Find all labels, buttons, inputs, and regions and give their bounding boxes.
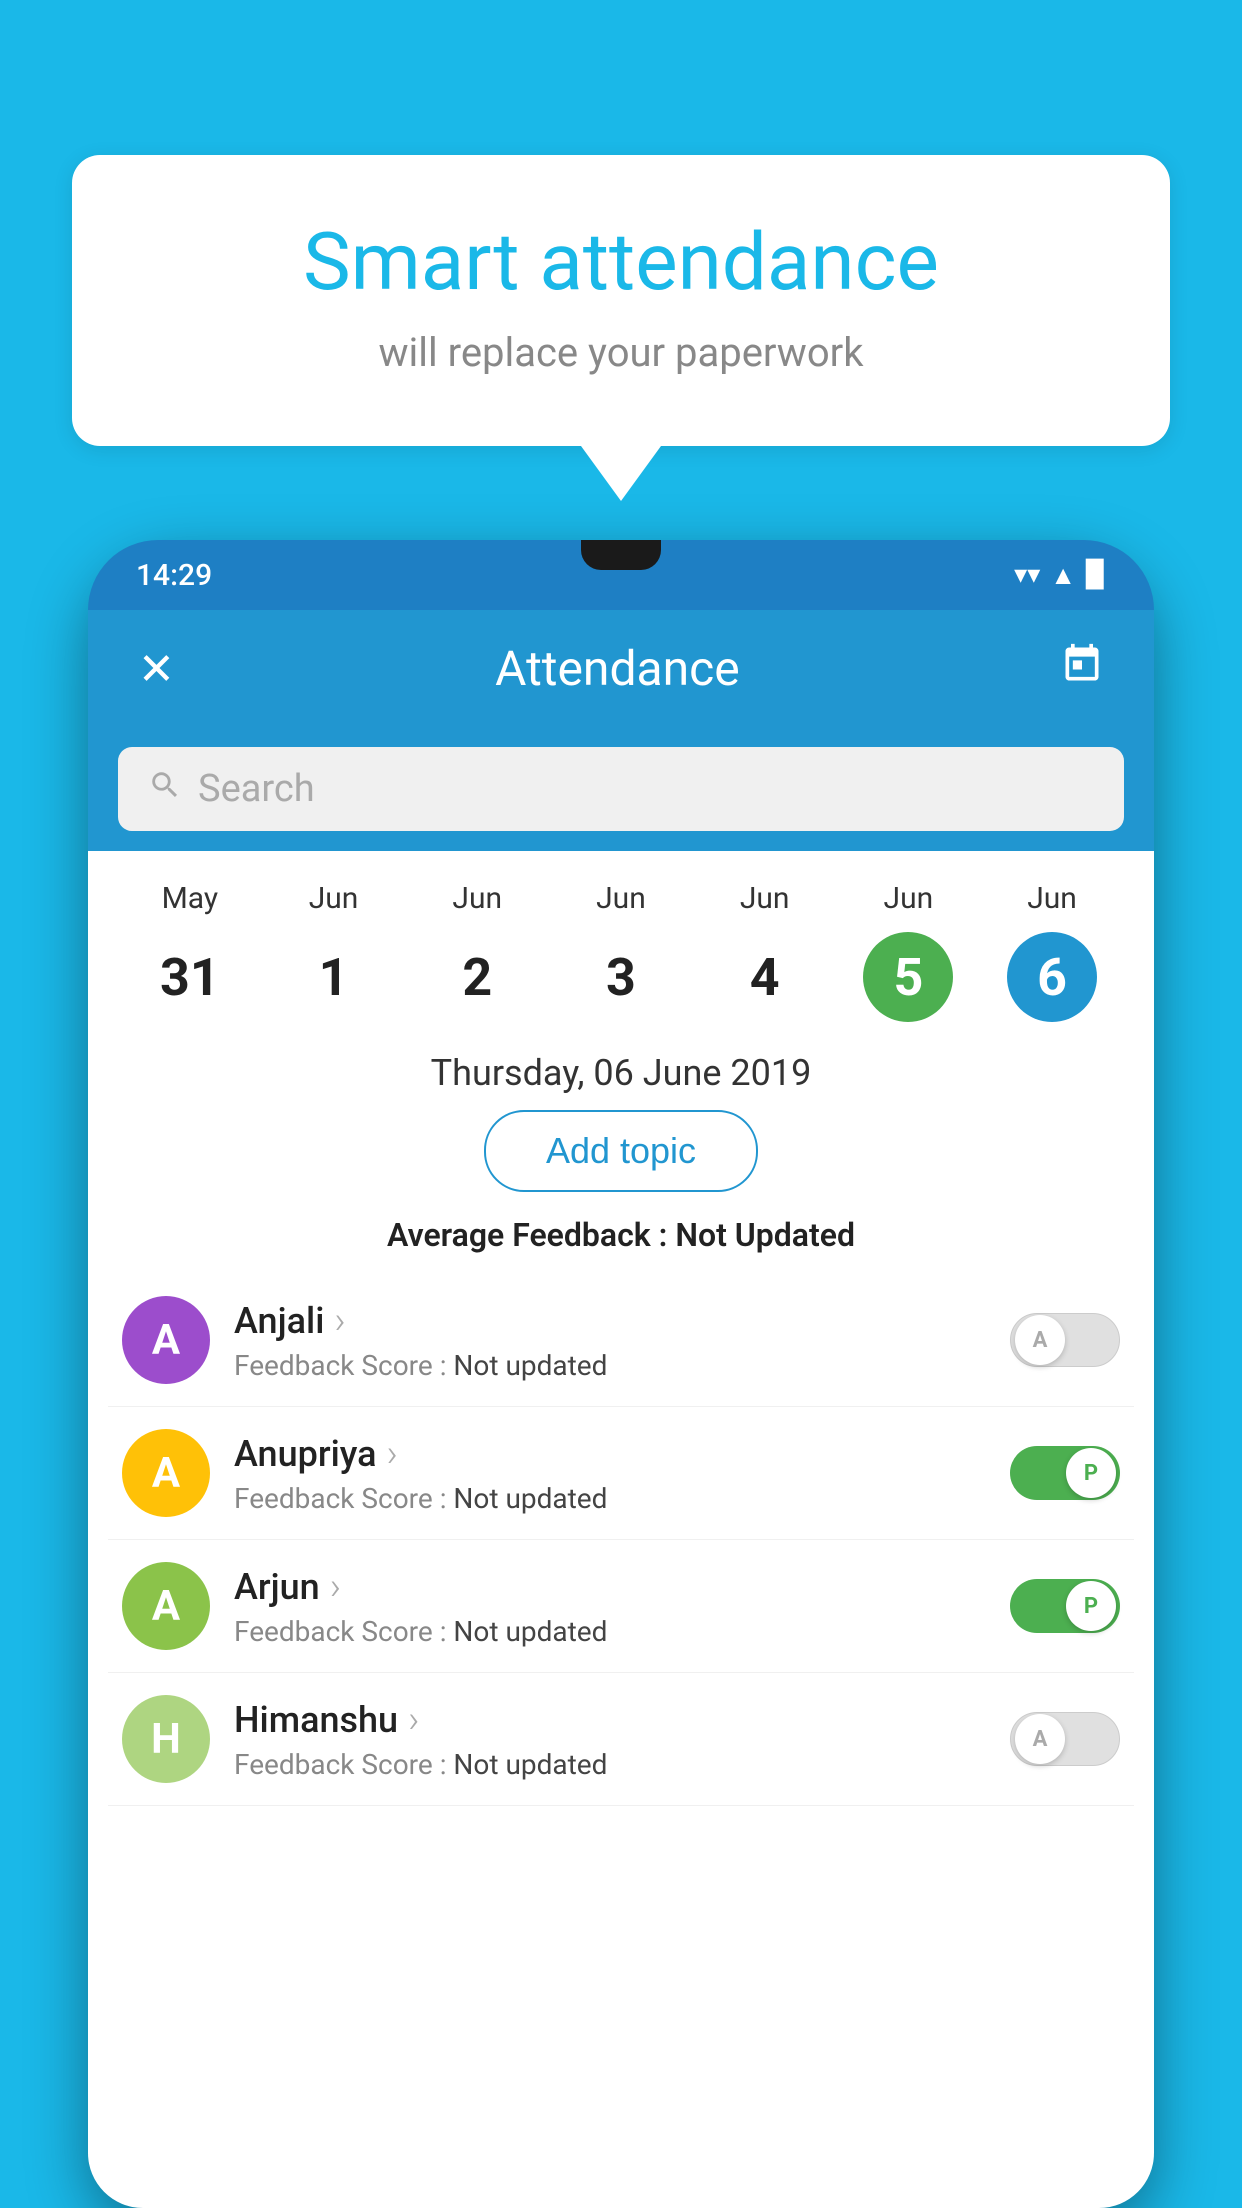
student-feedback-2: Feedback Score : Not updated	[234, 1615, 986, 1648]
cal-day-3[interactable]: Jun 3	[566, 881, 676, 1022]
speech-bubble: Smart attendance will replace your paper…	[72, 155, 1170, 446]
cal-month-6: Jun	[1027, 881, 1077, 916]
cal-day-6[interactable]: Jun 6	[997, 881, 1107, 1022]
app-header: ✕ Attendance	[88, 610, 1154, 727]
cal-day-5[interactable]: Jun 5	[853, 881, 963, 1022]
student-name-0: Anjali	[234, 1299, 986, 1343]
student-item-0[interactable]: A Anjali Feedback Score : Not updated A	[108, 1274, 1134, 1407]
cal-date-0[interactable]: 31	[145, 932, 235, 1022]
status-bar: 14:29 ▾▾ ▲ ▉	[88, 540, 1154, 610]
search-input[interactable]: Search	[198, 767, 315, 811]
student-name-2: Arjun	[234, 1565, 986, 1609]
cal-month-3: Jun	[596, 881, 646, 916]
close-button[interactable]: ✕	[138, 643, 175, 695]
header-title: Attendance	[495, 640, 740, 697]
student-item-3[interactable]: H Himanshu Feedback Score : Not updated A	[108, 1673, 1134, 1806]
cal-month-5: Jun	[884, 881, 934, 916]
search-bar[interactable]: Search	[118, 747, 1124, 831]
avg-feedback-value: Not Updated	[675, 1216, 855, 1254]
cal-month-1: Jun	[309, 881, 359, 916]
toggle-container-1[interactable]: P	[1010, 1446, 1120, 1500]
cal-month-4: Jun	[740, 881, 790, 916]
cal-date-5[interactable]: 5	[863, 932, 953, 1022]
selected-date-label: Thursday, 06 June 2019	[88, 1032, 1154, 1110]
toggle-0[interactable]: A	[1010, 1313, 1120, 1367]
cal-date-6[interactable]: 6	[1007, 932, 1097, 1022]
cal-month-2: Jun	[452, 881, 502, 916]
app-content: ✕ Attendance Search May 31 Jun 1 Jun 2 Jun 3 Jun	[88, 610, 1154, 2208]
speech-bubble-title: Smart attendance	[152, 215, 1090, 309]
toggle-1[interactable]: P	[1010, 1446, 1120, 1500]
toggle-container-2[interactable]: P	[1010, 1579, 1120, 1633]
student-item-2[interactable]: A Arjun Feedback Score : Not updated P	[108, 1540, 1134, 1673]
calendar-icon[interactable]	[1060, 642, 1104, 696]
speech-bubble-tail	[581, 446, 661, 501]
student-info-0: Anjali Feedback Score : Not updated	[234, 1299, 986, 1382]
search-bar-wrapper: Search	[88, 727, 1154, 851]
student-info-2: Arjun Feedback Score : Not updated	[234, 1565, 986, 1648]
battery-icon: ▉	[1086, 560, 1106, 590]
student-info-1: Anupriya Feedback Score : Not updated	[234, 1432, 986, 1515]
student-info-3: Himanshu Feedback Score : Not updated	[234, 1698, 986, 1781]
signal-icon: ▲	[1050, 560, 1076, 591]
cal-date-1[interactable]: 1	[289, 932, 379, 1022]
student-avatar-3: H	[122, 1695, 210, 1783]
search-icon	[148, 768, 182, 811]
cal-day-2[interactable]: Jun 2	[422, 881, 532, 1022]
toggle-3[interactable]: A	[1010, 1712, 1120, 1766]
wifi-icon: ▾▾	[1014, 560, 1040, 590]
student-list: AAnjaliFeedback Score : Not updatedAAAnu…	[88, 1274, 1154, 1806]
toggle-thumb-0: A	[1015, 1315, 1065, 1365]
toggle-container-0[interactable]: A	[1010, 1313, 1120, 1367]
phone-frame: 14:29 ▾▾ ▲ ▉ ✕ Attendance	[88, 540, 1154, 2208]
student-name-3: Himanshu	[234, 1698, 986, 1742]
student-avatar-1: A	[122, 1429, 210, 1517]
toggle-thumb-1: P	[1066, 1448, 1116, 1498]
cal-day-1[interactable]: Jun 1	[279, 881, 389, 1022]
cal-date-2[interactable]: 2	[432, 932, 522, 1022]
cal-date-4[interactable]: 4	[720, 932, 810, 1022]
calendar-strip: May 31 Jun 1 Jun 2 Jun 3 Jun 4 Jun 5 Jun 6	[88, 851, 1154, 1032]
cal-date-3[interactable]: 3	[576, 932, 666, 1022]
cal-day-0[interactable]: May 31	[135, 881, 245, 1022]
cal-month-0: May	[162, 881, 218, 916]
toggle-container-3[interactable]: A	[1010, 1712, 1120, 1766]
status-icons: ▾▾ ▲ ▉	[1014, 560, 1106, 591]
avg-feedback: Average Feedback : Not Updated	[88, 1216, 1154, 1274]
notch	[581, 540, 661, 570]
student-feedback-1: Feedback Score : Not updated	[234, 1482, 986, 1515]
add-topic-button[interactable]: Add topic	[484, 1110, 758, 1192]
toggle-thumb-3: A	[1015, 1714, 1065, 1764]
toggle-2[interactable]: P	[1010, 1579, 1120, 1633]
speech-bubble-container: Smart attendance will replace your paper…	[72, 155, 1170, 501]
status-time: 14:29	[136, 558, 212, 593]
cal-day-4[interactable]: Jun 4	[710, 881, 820, 1022]
student-feedback-3: Feedback Score : Not updated	[234, 1748, 986, 1781]
speech-bubble-subtitle: will replace your paperwork	[152, 329, 1090, 376]
student-avatar-2: A	[122, 1562, 210, 1650]
student-avatar-0: A	[122, 1296, 210, 1384]
toggle-thumb-2: P	[1066, 1581, 1116, 1631]
student-item-1[interactable]: A Anupriya Feedback Score : Not updated P	[108, 1407, 1134, 1540]
avg-feedback-label: Average Feedback :	[387, 1216, 675, 1254]
student-name-1: Anupriya	[234, 1432, 986, 1476]
student-feedback-0: Feedback Score : Not updated	[234, 1349, 986, 1382]
